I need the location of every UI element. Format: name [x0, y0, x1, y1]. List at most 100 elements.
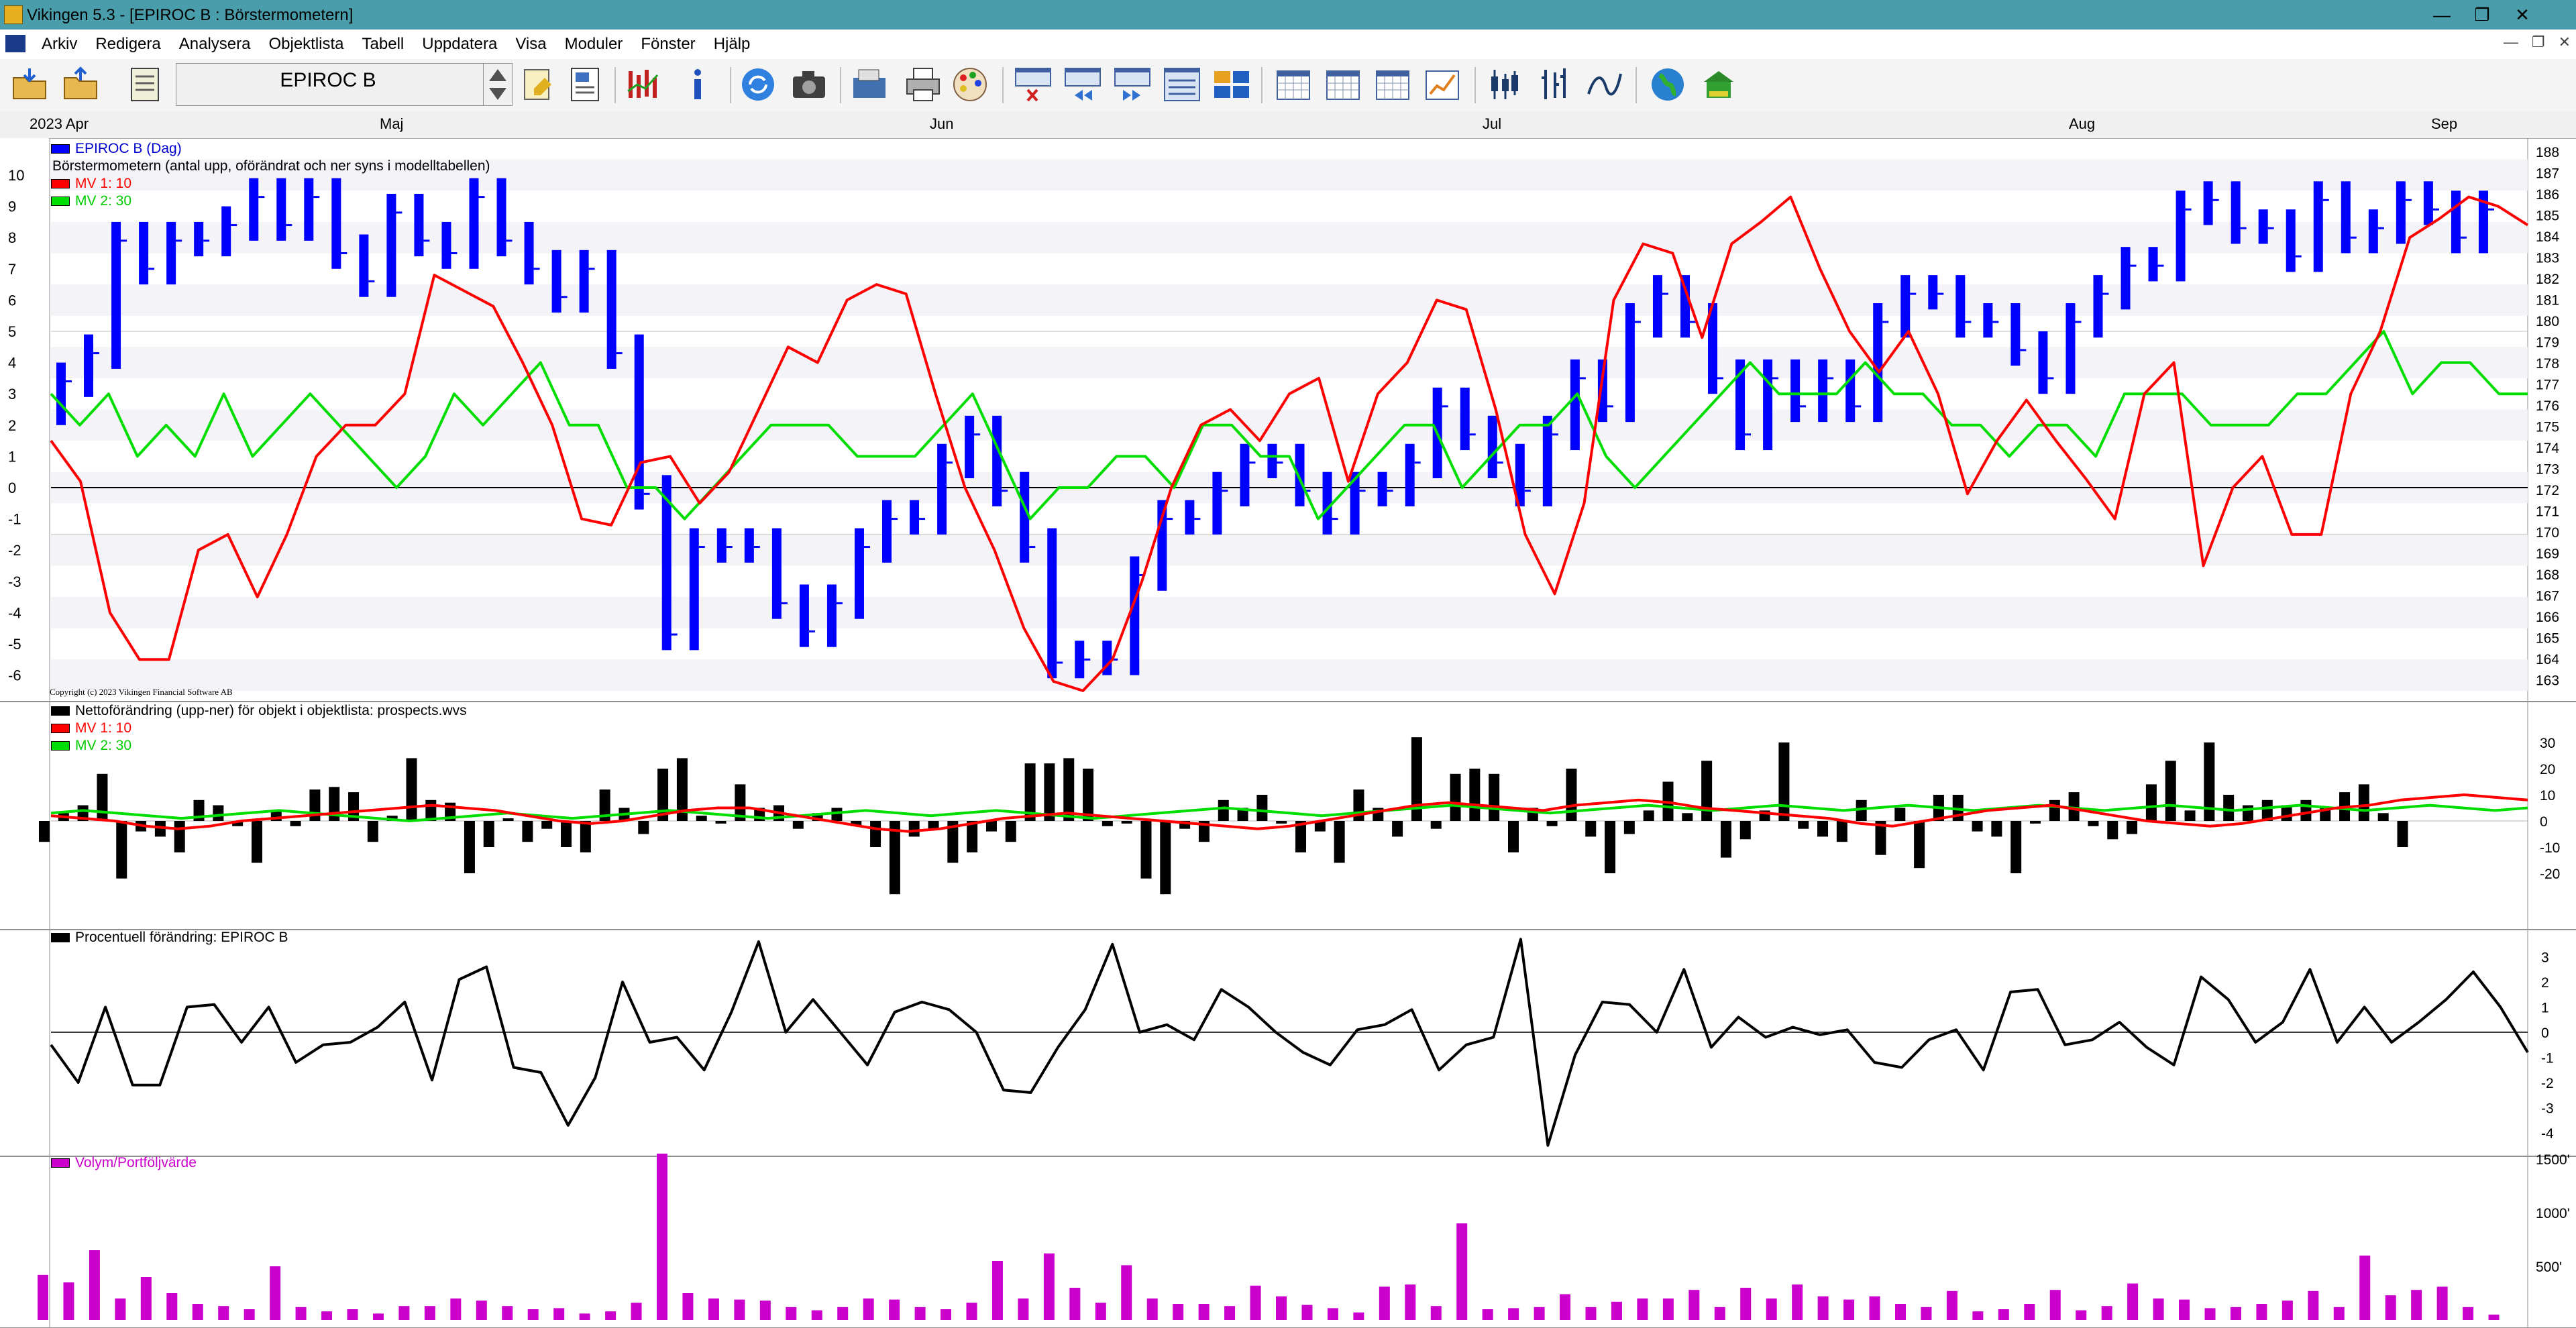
- right-tick-label: 182: [2536, 272, 2559, 287]
- volume-bar: [450, 1298, 462, 1320]
- spin-arrows-icon[interactable]: [484, 64, 512, 105]
- netto-bar: [1623, 821, 1635, 834]
- price-bar: [1460, 387, 1470, 451]
- cascade-window-icon[interactable]: [1162, 64, 1202, 105]
- legend-swatch: [51, 197, 70, 206]
- netto-bar: [1160, 821, 1171, 895]
- legend-text: Volym/Portföljvärde: [75, 1155, 197, 1170]
- chart-area[interactable]: 10 9 8 7 6 5 4 3 2 1 0 -1 -2 -3 -4 -5 -6 188 187 186 185 184 1…: [0, 138, 2576, 1328]
- volume-bar: [1792, 1284, 1803, 1320]
- netto-bar: [97, 773, 108, 821]
- netto-bar: [2030, 821, 2041, 824]
- symbol-selector[interactable]: EPIROC B: [176, 63, 513, 106]
- portfolio-icon[interactable]: [1699, 64, 1739, 105]
- volume-bar: [321, 1311, 333, 1320]
- percent-tick-label: 3: [2541, 950, 2549, 966]
- toolbar-separator: [1474, 67, 1476, 103]
- volume-bar: [1379, 1286, 1390, 1320]
- volume-bar: [2076, 1310, 2087, 1320]
- mdi-restore-button[interactable]: ❐: [2532, 34, 2545, 51]
- volume-bar: [837, 1307, 849, 1320]
- open-folder-icon[interactable]: [9, 64, 50, 105]
- price-bar: [1295, 443, 1305, 506]
- right-tick-label: 166: [2536, 610, 2559, 625]
- volume-tick-label: 1500': [2536, 1152, 2570, 1168]
- percent-tick-label: -4: [2541, 1126, 2554, 1142]
- volume-bar: [1301, 1305, 1313, 1320]
- price-bar: [249, 178, 259, 241]
- candle-analysis-icon[interactable]: [623, 64, 663, 105]
- netto-bar: [985, 821, 997, 832]
- color-palette-icon[interactable]: [950, 64, 990, 105]
- netto-bar: [2300, 799, 2312, 821]
- printer-icon[interactable]: [903, 64, 943, 105]
- left-tick-label: -3: [8, 573, 21, 590]
- netto-bar: [1469, 769, 1481, 821]
- netto-bar: [696, 816, 707, 821]
- delete-window-icon[interactable]: [1013, 64, 1053, 105]
- mdi-close-button[interactable]: ✕: [2559, 34, 2571, 51]
- bar-chart-icon[interactable]: [1535, 64, 1575, 105]
- menu-item[interactable]: Analysera: [179, 35, 251, 54]
- object-list-icon[interactable]: [125, 64, 165, 105]
- globe-icon[interactable]: [1648, 64, 1688, 105]
- document-icon[interactable]: [565, 64, 605, 105]
- price-bar: [2341, 181, 2351, 254]
- price-bar: [2038, 331, 2048, 394]
- menu-item[interactable]: Moduler: [565, 35, 623, 54]
- calendar-month-icon[interactable]: [1373, 64, 1413, 105]
- netto-bar: [290, 821, 301, 826]
- price-bar: [111, 221, 121, 369]
- netto-bar: [870, 821, 881, 847]
- legend-item: Procentuell förändring: EPIROC B: [51, 930, 288, 946]
- mdi-minimize-button[interactable]: —: [2504, 34, 2518, 51]
- right-tick-label: 171: [2536, 504, 2559, 520]
- menu-bar: Arkiv Redigera Analysera Objektlista Tabell U…: [0, 30, 2576, 60]
- candlestick-chart-icon[interactable]: [1484, 64, 1524, 105]
- volume-bar: [1224, 1306, 1236, 1320]
- title-bar: Vikingen 5.3 - [EPIROC B : Börstermomete…: [0, 0, 2576, 30]
- netto-bar: [1218, 799, 1229, 821]
- volume-bar: [398, 1306, 410, 1320]
- volume-bar: [1843, 1299, 1855, 1320]
- chart-settings-icon[interactable]: [1422, 64, 1462, 105]
- netto-bar: [908, 821, 920, 837]
- menu-item[interactable]: Redigera: [95, 35, 160, 54]
- left-tick-label: 10: [8, 167, 24, 184]
- symbol-spinner[interactable]: [483, 64, 512, 105]
- fax-icon[interactable]: [849, 64, 890, 105]
- camera-icon[interactable]: [789, 64, 829, 105]
- calendar-week-icon[interactable]: [1323, 64, 1363, 105]
- forward-window-icon[interactable]: [1112, 64, 1152, 105]
- close-button[interactable]: ✕: [2496, 3, 2549, 27]
- volume-bar: [1972, 1311, 1984, 1320]
- menu-item[interactable]: Tabell: [362, 35, 405, 54]
- menu-item[interactable]: Objektlista: [268, 35, 343, 54]
- info-icon[interactable]: [678, 64, 718, 105]
- grid-band: [51, 659, 2528, 691]
- tile-windows-icon[interactable]: [1212, 64, 1252, 105]
- legend-text: EPIROC B (Dag): [75, 141, 182, 156]
- price-bar: [2258, 209, 2268, 244]
- edit-note-icon[interactable]: [518, 64, 558, 105]
- refresh-icon[interactable]: [738, 64, 778, 105]
- netto-bar: [1894, 808, 1906, 821]
- chart-canvas[interactable]: 109876543210-1-2-3-4-5-61881871861851841…: [0, 138, 2576, 1328]
- calendar-day-icon[interactable]: [1273, 64, 1313, 105]
- price-bar: [1845, 359, 1856, 423]
- price-bar: [84, 334, 94, 397]
- netto-bar: [1836, 821, 1847, 842]
- line-chart-icon[interactable]: [1585, 64, 1625, 105]
- menu-item[interactable]: Visa: [515, 35, 546, 54]
- menu-item[interactable]: Hjälp: [714, 35, 751, 54]
- chart-grid: [0, 138, 2576, 1328]
- netto-tick-label: 20: [2540, 762, 2555, 777]
- menu-item[interactable]: Uppdatera: [422, 35, 497, 54]
- menu-item[interactable]: Arkiv: [42, 35, 77, 54]
- legend-swatch: [51, 724, 70, 733]
- rewind-window-icon[interactable]: [1063, 64, 1103, 105]
- menu-item[interactable]: Fönster: [641, 35, 695, 54]
- system-menu-icon[interactable]: [5, 35, 25, 52]
- netto-bar: [967, 821, 978, 852]
- save-folder-icon[interactable]: [60, 64, 101, 105]
